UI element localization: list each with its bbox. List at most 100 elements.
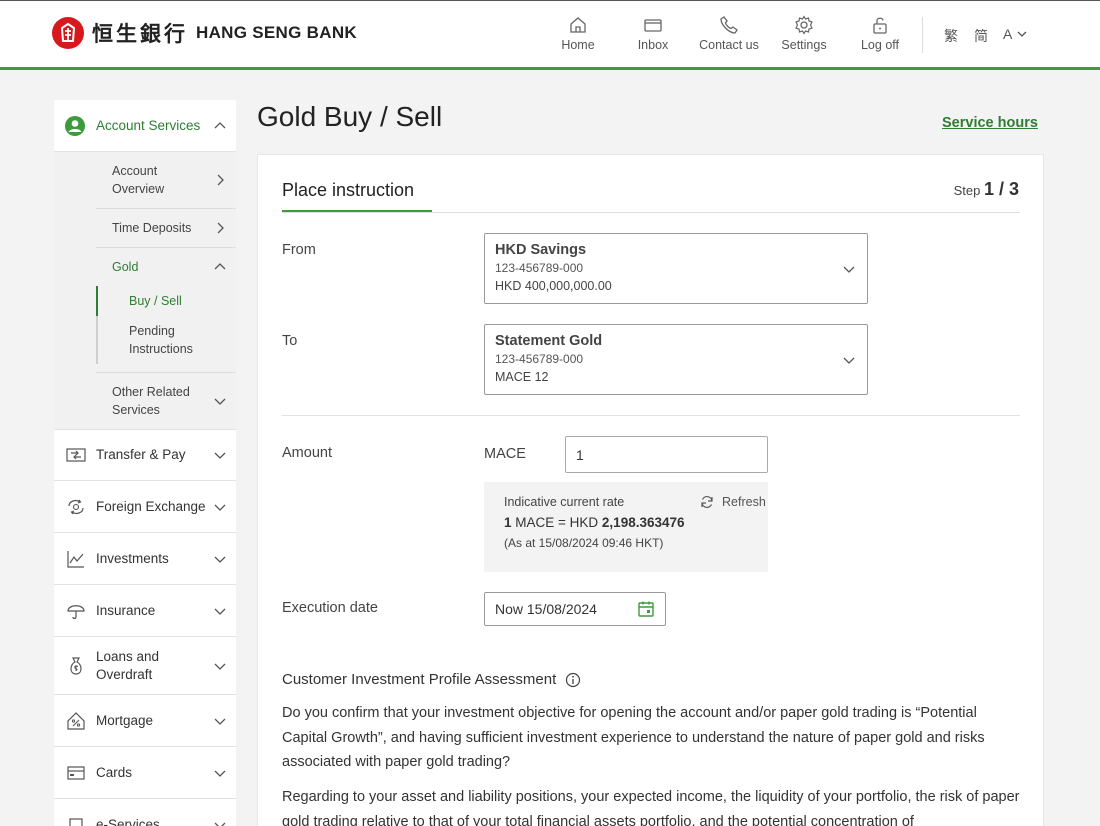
font-size-toggle[interactable]: A — [1003, 26, 1027, 42]
instruction-panel: Place instruction Step 1 / 3 From HKD Sa… — [257, 154, 1044, 826]
nav-logoff-label: Log off — [860, 38, 899, 52]
chevron-down-icon — [214, 822, 226, 826]
sidebar-item-investments[interactable]: Investments — [54, 533, 236, 585]
sidebar-item-label: Account Services — [96, 118, 201, 133]
sidebar-item-transfer-pay[interactable]: Transfer & Pay — [54, 429, 236, 481]
user-icon — [65, 115, 85, 136]
cipa-title: Customer Investment Profile Assessment — [282, 671, 557, 688]
chevron-down-icon — [214, 770, 226, 777]
to-account-balance: MACE 12 — [495, 370, 549, 384]
sidebar-item-account-services[interactable]: Account Services — [54, 100, 236, 152]
sidebar-item-label: Gold — [112, 260, 139, 274]
refresh-icon — [701, 496, 713, 508]
top-header: 恒生銀行 HANG SENG BANK Home Inbox Contact u… — [0, 0, 1100, 70]
sidebar-item-label: Investments — [96, 550, 169, 566]
home-icon — [570, 17, 586, 33]
active-indicator — [96, 286, 98, 316]
sidebar-item-label: e-Services — [96, 816, 160, 826]
sidebar-item-label: Transfer & Pay — [96, 447, 186, 462]
sidebar-item-label: Foreign Exchange — [96, 498, 206, 514]
sidebar-submenu: Account Overview Time Deposits Gold Buy … — [54, 152, 236, 429]
chevron-down-icon — [214, 504, 226, 511]
house-percent-icon — [67, 711, 85, 730]
from-account-balance: HKD 400,000,000.00 — [495, 279, 612, 293]
lock-icon — [873, 17, 887, 34]
sidebar-item-insurance[interactable]: Insurance — [54, 585, 236, 637]
sidebar-item-time-deposits[interactable]: Time Deposits — [96, 209, 236, 248]
execution-date-value: Now 15/08/2024 — [495, 601, 597, 617]
phone-icon — [720, 16, 738, 34]
header-divider — [922, 17, 923, 53]
menu-indent-bar — [96, 316, 98, 364]
gear-icon — [795, 15, 813, 35]
lang-simplified[interactable]: 简 — [974, 26, 988, 46]
rate-value-line: 1 MACE = HKD 2,198.363476 — [504, 515, 748, 530]
nav-settings[interactable]: Settings — [769, 15, 839, 52]
sidebar-item-cards[interactable]: Cards — [54, 747, 236, 799]
cipa-heading: Customer Investment Profile Assessment — [282, 671, 581, 688]
nav-contact[interactable]: Contact us — [694, 15, 764, 52]
rate-middle: MACE = HKD — [511, 515, 602, 530]
info-icon[interactable] — [565, 672, 581, 688]
sidebar-item-label: Other Related Services — [112, 385, 190, 417]
amount-label: Amount — [282, 445, 332, 461]
refresh-label: Refresh — [722, 495, 766, 509]
sidebar-item-e-services[interactable]: e-Services — [54, 799, 236, 826]
chevron-up-icon — [214, 121, 226, 128]
service-hours-link[interactable]: Service hours — [942, 115, 1038, 131]
sidebar-item-pending-instructions[interactable]: Pending Instructions — [96, 316, 236, 364]
card-icon — [67, 765, 85, 780]
sidebar-item-label: Account Overview — [112, 164, 165, 196]
step-indicator: Step 1 / 3 — [954, 179, 1019, 200]
amount-input[interactable] — [565, 436, 768, 473]
to-account-select[interactable]: Statement Gold 123-456789-000 MACE 12 — [484, 324, 868, 395]
to-label: To — [282, 333, 298, 349]
tab-divider — [282, 212, 1020, 213]
amount-unit: MACE — [484, 446, 526, 462]
sidebar-item-account-overview[interactable]: Account Overview — [96, 152, 236, 209]
chevron-down-icon — [214, 398, 226, 405]
sidebar-item-gold[interactable]: Gold — [96, 248, 236, 286]
chevron-down-icon — [214, 718, 226, 725]
sidebar-item-label: Pending Instructions — [129, 324, 193, 356]
gold-submenu: Buy / Sell Pending Instructions — [96, 286, 236, 373]
execution-date-label: Execution date — [282, 600, 378, 616]
sidebar-item-label: Time Deposits — [112, 221, 192, 235]
logo-text-cn: 恒生銀行 — [92, 21, 188, 46]
cipa-positions-paragraph: Regarding to your asset and liability po… — [282, 789, 1020, 826]
refresh-button[interactable]: Refresh — [700, 495, 766, 509]
nav-home[interactable]: Home — [543, 15, 613, 52]
to-account-number: 123-456789-000 — [495, 352, 584, 366]
rate-prefix: 1 — [504, 515, 512, 530]
chevron-down-icon — [843, 266, 855, 273]
rate-value: 2,198.363476 — [601, 515, 685, 530]
sidebar-item-buy-sell[interactable]: Buy / Sell — [96, 286, 236, 316]
nav-logoff[interactable]: Log off — [845, 15, 915, 52]
nav-inbox[interactable]: Inbox — [618, 15, 688, 52]
sidebar-item-label: Mortgage — [96, 712, 154, 728]
calendar-icon[interactable] — [637, 600, 655, 618]
font-size-label: A — [1003, 26, 1012, 42]
sidebar-item-loans-overdraft[interactable]: Loans and Overdraft — [54, 637, 236, 695]
step-label: Step — [953, 183, 981, 198]
sidebar-item-other-related[interactable]: Other Related Services — [96, 373, 236, 429]
chevron-right-icon — [217, 222, 224, 234]
chevron-up-icon — [214, 263, 226, 270]
inbox-icon — [644, 19, 662, 32]
chevron-down-icon — [843, 357, 855, 364]
section-divider — [282, 415, 1020, 416]
from-account-select[interactable]: HKD Savings 123-456789-000 HKD 400,000,0… — [484, 233, 868, 304]
tab-place-instruction: Place instruction — [282, 180, 415, 200]
sidebar-item-foreign-exchange[interactable]: Foreign Exchange — [54, 481, 236, 533]
sidebar-item-mortgage[interactable]: Mortgage — [54, 695, 236, 747]
hang-seng-logo[interactable]: 恒生銀行 HANG SENG BANK — [52, 17, 357, 49]
chevron-down-icon — [214, 608, 226, 615]
rate-timestamp: (As at 15/08/2024 09:46 HKT) — [504, 536, 664, 550]
execution-date-input[interactable]: Now 15/08/2024 — [484, 592, 666, 626]
nav-contact-label: Contact us — [699, 38, 759, 52]
nav-inbox-label: Inbox — [637, 38, 669, 52]
chevron-right-icon — [217, 174, 224, 186]
sidebar-item-label: Loans and Overdraft — [96, 648, 160, 682]
lang-traditional[interactable]: 繁 — [944, 26, 958, 46]
chart-icon — [67, 550, 84, 568]
